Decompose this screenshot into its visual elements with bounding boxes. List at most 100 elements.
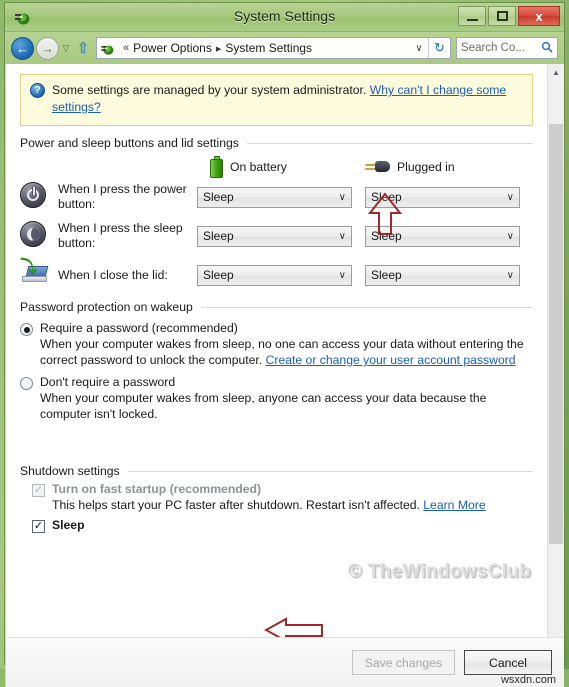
power-sleep-heading: Power and sleep buttons and lid settings [20, 136, 239, 150]
dialog-footer: Save changes Cancel wsxdn.com [5, 637, 564, 687]
power-button-on-battery-select[interactable]: Sleep ∨ [197, 186, 352, 208]
sleep-button-plugged-in-select[interactable]: Sleep ∨ [365, 225, 520, 247]
power-button-plugged-in-select[interactable]: Sleep ∨ [365, 186, 520, 208]
checkbox-sleep[interactable]: ✓ Sleep [32, 518, 533, 533]
scrollbar-thumb[interactable] [549, 124, 563, 544]
checkbox-label-fast-startup: Turn on fast startup (recommended) [52, 482, 262, 496]
column-label-plugged-in: Plugged in [397, 160, 455, 174]
search-icon [541, 41, 553, 56]
breadcrumb-item-system-settings[interactable]: System Settings [225, 41, 312, 55]
close-lid-plugged-in-select[interactable]: Sleep ∨ [365, 264, 520, 286]
vertical-scrollbar[interactable]: ▲ [547, 64, 564, 637]
maximize-button[interactable] [488, 6, 516, 26]
power-button-icon [20, 182, 50, 212]
column-headers: On battery Plugged in [20, 156, 533, 178]
admin-notice-message: Some settings are managed by your system… [52, 83, 367, 97]
chevron-down-icon: ∨ [506, 269, 514, 281]
system-settings-window: System Settings x ← → ▽ ⇧ « Power Option… [4, 2, 565, 687]
password-protection-group-header: Password protection on wakeup [20, 300, 533, 314]
power-button-on-battery-value: Sleep [203, 190, 234, 204]
create-change-password-link[interactable]: Create or change your user account passw… [266, 353, 516, 367]
refresh-icon[interactable]: ↻ [428, 38, 450, 58]
checkbox-sleep-box[interactable]: ✓ [32, 520, 45, 533]
radio-label-require-password: Require a password (recommended) [40, 321, 238, 335]
checkbox-fast-startup-box[interactable]: ✓ [32, 484, 45, 497]
fast-startup-description-text: This helps start your PC faster after sh… [52, 498, 424, 512]
sleep-button-icon [20, 221, 50, 251]
checkbox-fast-startup[interactable]: ✓ Turn on fast startup (recommended) [32, 482, 533, 497]
password-protection-heading: Password protection on wakeup [20, 300, 193, 314]
setting-label-close-lid: When I close the lid: [58, 267, 168, 282]
divider [200, 306, 533, 308]
breadcrumb-power-icon [100, 41, 116, 56]
setting-row-sleep-button: When I press the sleep button: Sleep ∨ S… [20, 221, 533, 251]
radio-button-selected-icon[interactable] [20, 323, 33, 336]
thewindowsclub-watermark: © TheWindowsClub [347, 561, 531, 582]
help-circle-icon: ? [30, 83, 45, 98]
sleep-button-plugged-in-value: Sleep [371, 229, 402, 243]
close-lid-on-battery-value: Sleep [203, 268, 234, 282]
admin-notice-text: Some settings are managed by your system… [52, 82, 523, 116]
search-input[interactable]: Search Co... [456, 37, 558, 59]
radio-description-dont-require-password: When your computer wakes from sleep, any… [40, 391, 487, 421]
breadcrumb-item-power-options[interactable]: Power Options [133, 41, 212, 55]
chevron-down-icon: ∨ [338, 269, 346, 281]
admin-notice-banner: ? Some settings are managed by your syst… [20, 74, 533, 126]
learn-more-link[interactable]: Learn More [423, 498, 485, 512]
back-button[interactable]: ← [11, 36, 34, 60]
radio-label-dont-require-password: Don't require a password [40, 375, 176, 389]
radio-description-require-password: When your computer wakes from sleep, no … [40, 336, 533, 368]
sleep-button-on-battery-select[interactable]: Sleep ∨ [197, 225, 352, 247]
shutdown-group-header: Shutdown settings [20, 464, 533, 478]
setting-row-power-button: When I press the power button: Sleep ∨ S… [20, 182, 533, 212]
minimize-icon [466, 18, 478, 21]
wsxdn-watermark: wsxdn.com [500, 674, 556, 686]
chevron-down-icon: ∨ [338, 230, 346, 242]
maximize-icon [496, 11, 508, 21]
battery-icon [210, 156, 223, 178]
setting-row-close-lid: ⤵ When I close the lid: Sleep ∨ Sleep ∨ [20, 257, 533, 290]
column-label-on-battery: On battery [230, 160, 287, 174]
green-arrow-icon: ⤵ [20, 257, 37, 276]
radio-dont-require-password[interactable]: Don't require a password [20, 375, 533, 390]
chevron-down-icon: ∨ [338, 191, 346, 203]
power-button-plugged-in-value: Sleep [371, 190, 402, 204]
chevron-down-icon: ∨ [506, 191, 514, 203]
save-changes-button[interactable]: Save changes [351, 650, 455, 675]
checkbox-label-sleep: Sleep [52, 518, 85, 532]
radio-require-password[interactable]: Require a password (recommended) [20, 321, 533, 336]
breadcrumb-separator: ▸ [215, 42, 222, 55]
close-lid-on-battery-select[interactable]: Sleep ∨ [197, 264, 352, 286]
recent-pages-icon[interactable]: ▽ [59, 43, 73, 54]
breadcrumb-overflow[interactable]: « [119, 42, 133, 54]
title-bar: System Settings x [5, 3, 564, 32]
setting-label-power-button: When I press the power button: [58, 182, 187, 211]
navigation-bar: ← → ▽ ⇧ « Power Options ▸ System Setting… [5, 32, 564, 64]
column-header-on-battery: On battery [210, 156, 365, 178]
shutdown-heading: Shutdown settings [20, 464, 120, 478]
sleep-button-on-battery-value: Sleep [203, 229, 234, 243]
close-lid-plugged-in-value: Sleep [371, 268, 402, 282]
power-plug-icon [365, 160, 390, 174]
arrow-left-annotation [263, 617, 324, 637]
window-controls: x [458, 6, 560, 26]
settings-panel: ? Some settings are managed by your syst… [6, 64, 547, 637]
fast-startup-description: This helps start your PC faster after sh… [52, 497, 533, 513]
divider [246, 142, 533, 144]
forward-button[interactable]: → [36, 36, 59, 60]
close-button[interactable]: x [518, 6, 560, 26]
search-placeholder: Search Co... [461, 42, 525, 54]
laptop-lid-icon: ⤵ [20, 257, 50, 290]
setting-label-sleep-button: When I press the sleep button: [58, 221, 183, 250]
radio-button-unselected-icon[interactable] [20, 377, 33, 390]
up-button[interactable]: ⇧ [73, 39, 93, 57]
scroll-up-button[interactable]: ▲ [548, 64, 564, 81]
chevron-down-icon: ∨ [506, 230, 514, 242]
address-bar[interactable]: « Power Options ▸ System Settings ∨ ↻ [96, 37, 451, 59]
address-dropdown-icon[interactable]: ∨ [410, 43, 428, 54]
column-header-plugged-in: Plugged in [365, 160, 520, 174]
content-area: ? Some settings are managed by your syst… [5, 64, 564, 637]
divider [127, 470, 533, 472]
cancel-button[interactable]: Cancel [464, 650, 552, 675]
minimize-button[interactable] [458, 6, 486, 26]
